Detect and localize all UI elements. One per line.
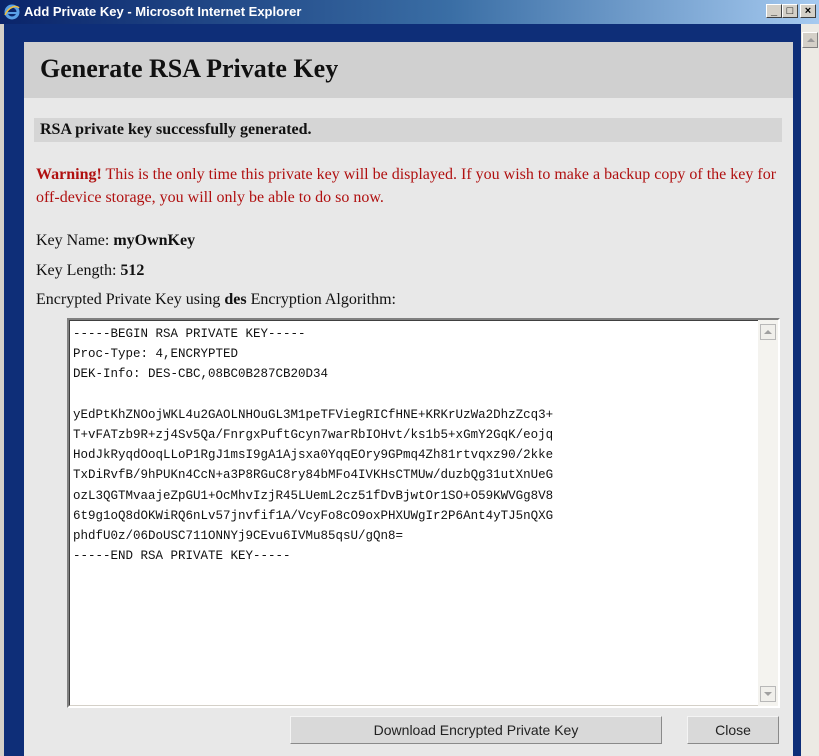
browser-viewport: Generate RSA Private Key RSA private key… [4, 24, 801, 756]
key-length-label: Key Length: [36, 262, 121, 279]
page-title: Generate RSA Private Key [40, 54, 339, 83]
textarea-scrollbar[interactable] [758, 320, 778, 706]
warning-text: This is the only time this private key w… [36, 166, 777, 206]
scroll-up-arrow-icon[interactable] [802, 32, 818, 48]
encrypted-key-label: Encrypted Private Key using des Encrypti… [36, 291, 396, 309]
window-titlebar[interactable]: Add Private Key - Microsoft Internet Exp… [0, 0, 819, 24]
content-panel: Generate RSA Private Key RSA private key… [24, 42, 793, 756]
success-message: RSA private key successfully generated. [40, 121, 312, 138]
encrypted-label-suffix: Encryption Algorithm: [246, 291, 396, 308]
download-encrypted-key-button[interactable]: Download Encrypted Private Key [290, 716, 662, 744]
internet-explorer-icon [4, 4, 20, 20]
scroll-down-icon[interactable] [760, 686, 776, 702]
encryption-algorithm: des [224, 291, 247, 308]
key-name-label: Key Name: [36, 232, 114, 249]
encrypted-label-prefix: Encrypted Private Key using [36, 291, 225, 308]
warning-label: Warning! [36, 166, 102, 183]
key-name-row: Key Name: myOwnKey [36, 232, 195, 250]
success-banner: RSA private key successfully generated. [34, 118, 782, 142]
scroll-up-icon[interactable] [760, 324, 776, 340]
browser-scrollbar[interactable] [801, 24, 819, 756]
private-key-textarea[interactable]: -----BEGIN RSA PRIVATE KEY----- Proc-Typ… [67, 318, 780, 708]
close-window-button[interactable]: × [800, 4, 816, 18]
maximize-button[interactable]: □ [782, 4, 798, 18]
key-length-value: 512 [120, 262, 145, 279]
window-title: Add Private Key - Microsoft Internet Exp… [24, 4, 302, 19]
warning-message: Warning! This is the only time this priv… [36, 163, 788, 209]
private-key-text[interactable]: -----BEGIN RSA PRIVATE KEY----- Proc-Typ… [73, 324, 733, 566]
close-button[interactable]: Close [687, 716, 779, 744]
key-length-row: Key Length: 512 [36, 262, 144, 280]
minimize-button[interactable]: _ [766, 4, 782, 18]
page-header: Generate RSA Private Key [24, 42, 793, 98]
key-name-value: myOwnKey [113, 232, 196, 249]
window-frame: Generate RSA Private Key RSA private key… [0, 24, 819, 756]
